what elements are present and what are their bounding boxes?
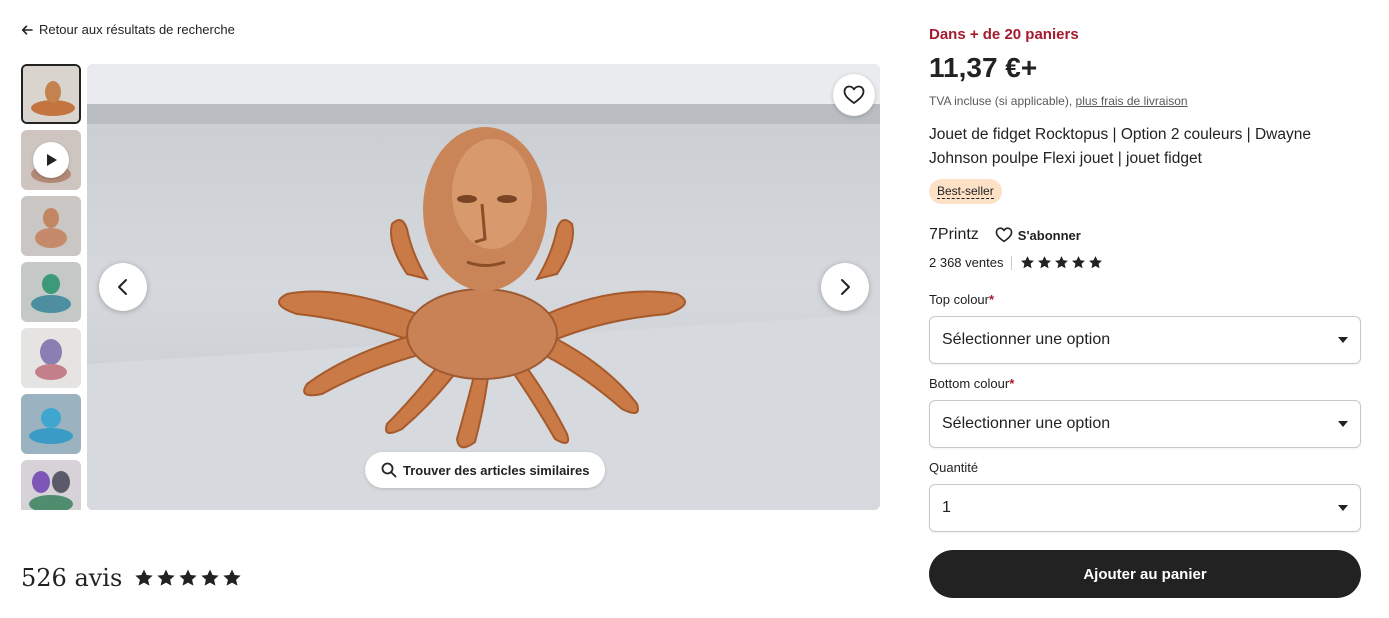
top-colour-label-text: Top colour — [929, 292, 989, 307]
heart-icon — [995, 227, 1013, 243]
follow-shop-button[interactable]: S'abonner — [995, 227, 1081, 243]
shop-row: 7Printz S'abonner — [929, 226, 1081, 244]
star-icon — [201, 569, 219, 586]
arrow-left-icon — [21, 24, 33, 35]
back-to-results-link[interactable]: Retour aux résultats de recherche — [21, 22, 235, 37]
quantity-value: 1 — [942, 499, 951, 516]
thumbnail-7[interactable] — [21, 460, 81, 510]
star-icon — [223, 569, 241, 586]
previous-image-button[interactable] — [99, 263, 147, 311]
thumbnail-image — [21, 328, 81, 388]
sales-count: 2 368 ventes — [929, 255, 1004, 270]
bottom-colour-value: Sélectionner une option — [942, 415, 1111, 432]
star-icon — [1021, 256, 1035, 269]
back-link-label: Retour aux résultats de recherche — [39, 22, 235, 37]
basket-notice: Dans + de 20 paniers — [929, 26, 1079, 43]
required-mark: * — [1009, 376, 1015, 391]
next-image-button[interactable] — [821, 263, 869, 311]
shop-sales-row: 2 368 ventes — [929, 255, 1103, 270]
star-icon — [135, 569, 153, 586]
caret-down-icon — [1338, 337, 1348, 343]
thumbnail-4[interactable] — [21, 262, 81, 322]
thumbnail-image — [21, 262, 81, 322]
play-icon — [33, 142, 69, 178]
vat-text: TVA incluse (si applicable), — [929, 94, 1073, 108]
bottom-colour-select[interactable]: Sélectionner une option — [929, 400, 1361, 448]
bestseller-badge[interactable]: Best-seller — [929, 179, 1002, 204]
caret-down-icon — [1338, 505, 1348, 511]
star-icon — [1089, 256, 1103, 269]
thumbnail-image — [21, 196, 81, 256]
star-icon — [157, 569, 175, 586]
thumbnail-image — [21, 394, 81, 454]
thumbnail-1[interactable] — [21, 64, 81, 124]
star-icon — [1038, 256, 1052, 269]
badge-label: Best-seller — [937, 184, 994, 199]
find-similar-button[interactable]: Trouver des articles similaires — [365, 452, 606, 488]
search-icon — [381, 462, 397, 478]
chevron-left-icon — [118, 279, 127, 295]
shop-rating-stars[interactable] — [1020, 255, 1103, 270]
star-icon — [179, 569, 197, 586]
shop-name[interactable]: 7Printz — [929, 226, 979, 244]
thumbnail-image — [21, 460, 81, 510]
required-mark: * — [988, 292, 995, 307]
thumbnail-image — [23, 66, 79, 122]
top-colour-select[interactable]: Sélectionner une option — [929, 316, 1361, 364]
thumbnail-strip — [21, 64, 82, 510]
thumbnail-5[interactable] — [21, 328, 81, 388]
thumbnail-video[interactable] — [21, 130, 81, 190]
thumbnail-6[interactable] — [21, 394, 81, 454]
vat-info: TVA incluse (si applicable), plus frais … — [929, 94, 1188, 108]
favorite-button[interactable] — [833, 74, 875, 116]
quantity-select[interactable]: 1 — [929, 484, 1361, 532]
bottom-colour-label-text: Bottom colour — [929, 376, 1010, 391]
product-title: Jouet de fidget Rocktopus | Option 2 cou… — [929, 126, 1311, 167]
top-colour-value: Sélectionner une option — [942, 331, 1111, 348]
star-icon — [1055, 256, 1069, 269]
reviews-count: 526 avis — [21, 564, 123, 592]
chevron-right-icon — [841, 279, 850, 295]
divider — [1011, 255, 1013, 270]
main-product-image[interactable]: Trouver des articles similaires — [87, 64, 880, 510]
shipping-link[interactable]: plus frais de livraison — [1076, 94, 1188, 108]
add-to-cart-button[interactable]: Ajouter au panier — [929, 550, 1361, 598]
reviews-summary: 526 avis — [21, 564, 242, 592]
star-icon — [1072, 256, 1086, 269]
reviews-stars — [134, 568, 242, 588]
top-colour-label: Top colour* — [929, 292, 994, 307]
quantity-label: Quantité — [929, 460, 979, 475]
caret-down-icon — [1338, 421, 1348, 427]
bottom-colour-label: Bottom colour* — [929, 376, 1014, 391]
find-similar-label: Trouver des articles similaires — [403, 462, 590, 478]
thumbnail-3[interactable] — [21, 196, 81, 256]
price: 11,37 €+ — [929, 52, 1038, 83]
heart-icon — [843, 85, 865, 104]
product-photo — [87, 64, 880, 510]
follow-label: S'abonner — [1017, 227, 1081, 243]
